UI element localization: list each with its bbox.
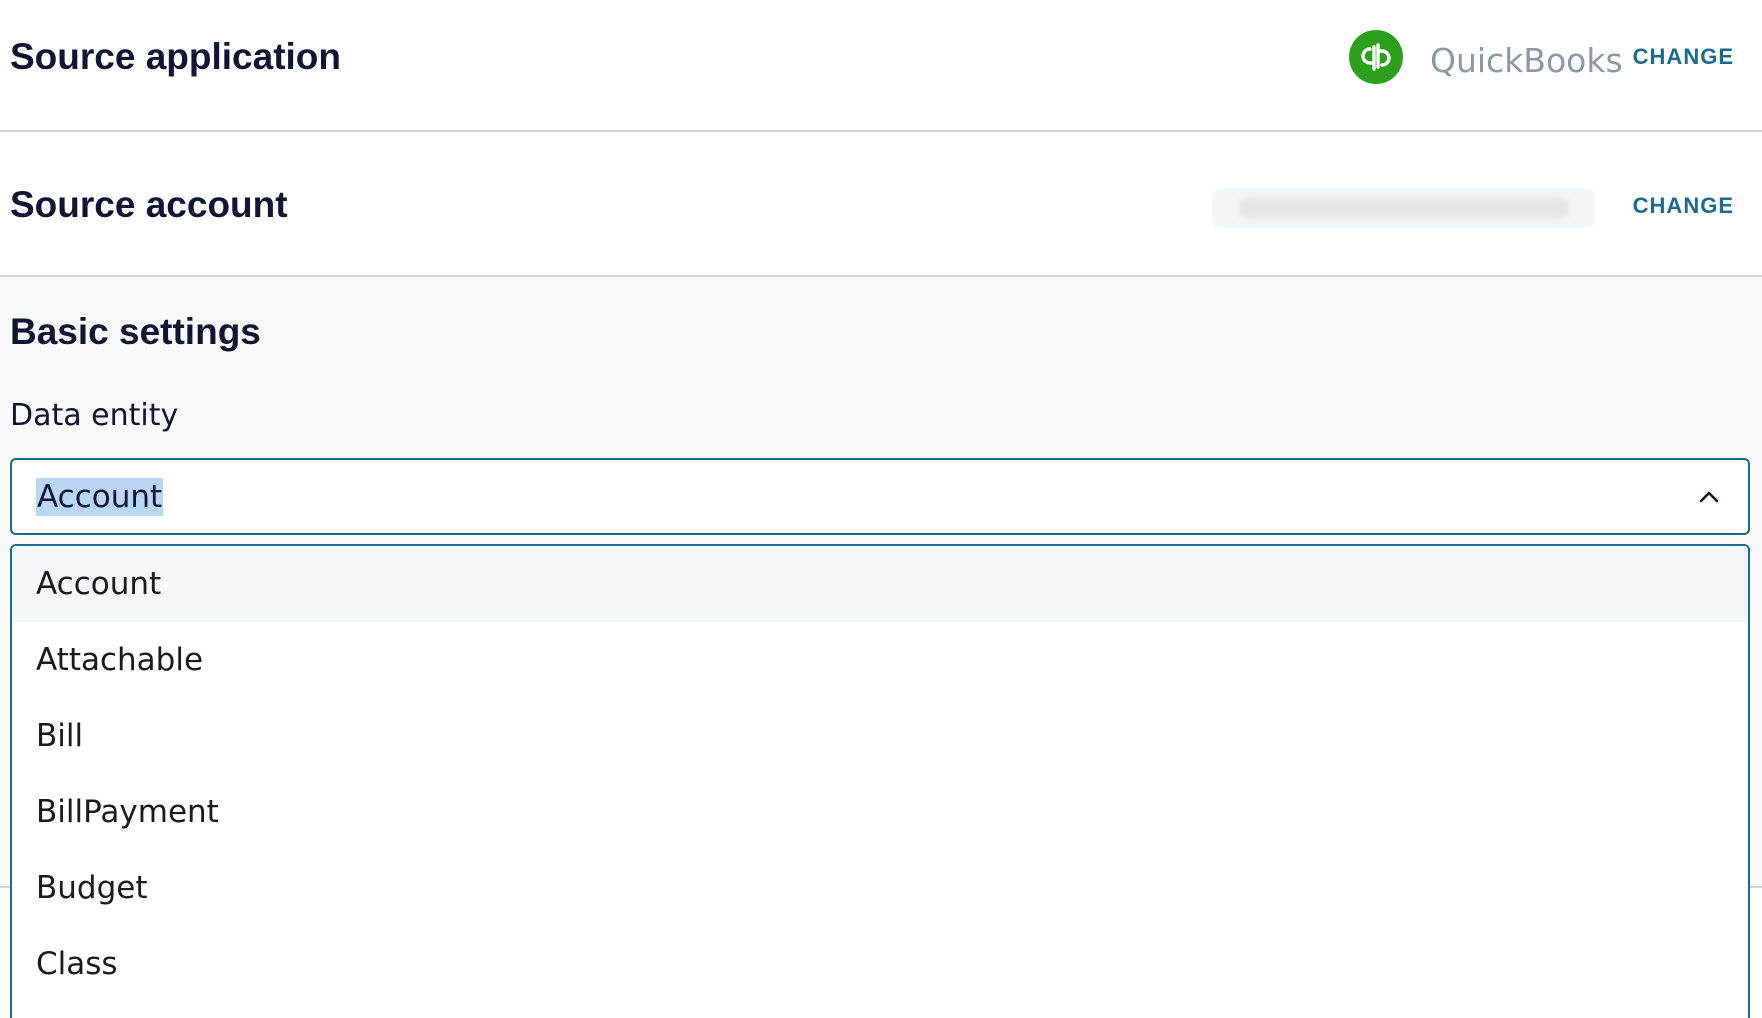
dropdown-option-billpayment[interactable]: BillPayment — [12, 774, 1748, 850]
data-entity-label: Data entity — [10, 398, 179, 433]
source-application-section: Source application QuickBooks CHANGE — [0, 0, 1762, 132]
page: Source application QuickBooks CHANGE Sou… — [0, 0, 1762, 1018]
dropdown-option-class[interactable]: Class — [12, 926, 1748, 1002]
source-app-name: QuickBooks — [1430, 41, 1623, 80]
source-account-section: Source account CHANGE — [0, 132, 1762, 277]
change-source-application-button[interactable]: CHANGE — [1633, 44, 1734, 70]
chevron-up-icon[interactable] — [1696, 484, 1722, 510]
basic-settings-title: Basic settings — [10, 311, 261, 352]
quickbooks-logo-icon — [1349, 30, 1403, 84]
redacted-account-name — [1212, 188, 1595, 228]
dropdown-option-account[interactable]: Account — [12, 546, 1748, 622]
dropdown-option-attachable[interactable]: Attachable — [12, 622, 1748, 698]
data-entity-selected-value: Account — [36, 478, 164, 516]
data-entity-dropdown: Account Attachable Bill BillPayment Budg… — [10, 544, 1750, 1018]
redacted-bar — [1238, 199, 1569, 217]
qb-glyph-icon — [1361, 43, 1391, 71]
source-account-title: Source account — [10, 184, 288, 225]
source-application-title: Source application — [10, 36, 342, 77]
dropdown-option-budget[interactable]: Budget — [12, 850, 1748, 926]
change-source-account-button[interactable]: CHANGE — [1633, 193, 1734, 219]
data-entity-select[interactable]: Account — [10, 458, 1750, 535]
dropdown-option-bill[interactable]: Bill — [12, 698, 1748, 774]
